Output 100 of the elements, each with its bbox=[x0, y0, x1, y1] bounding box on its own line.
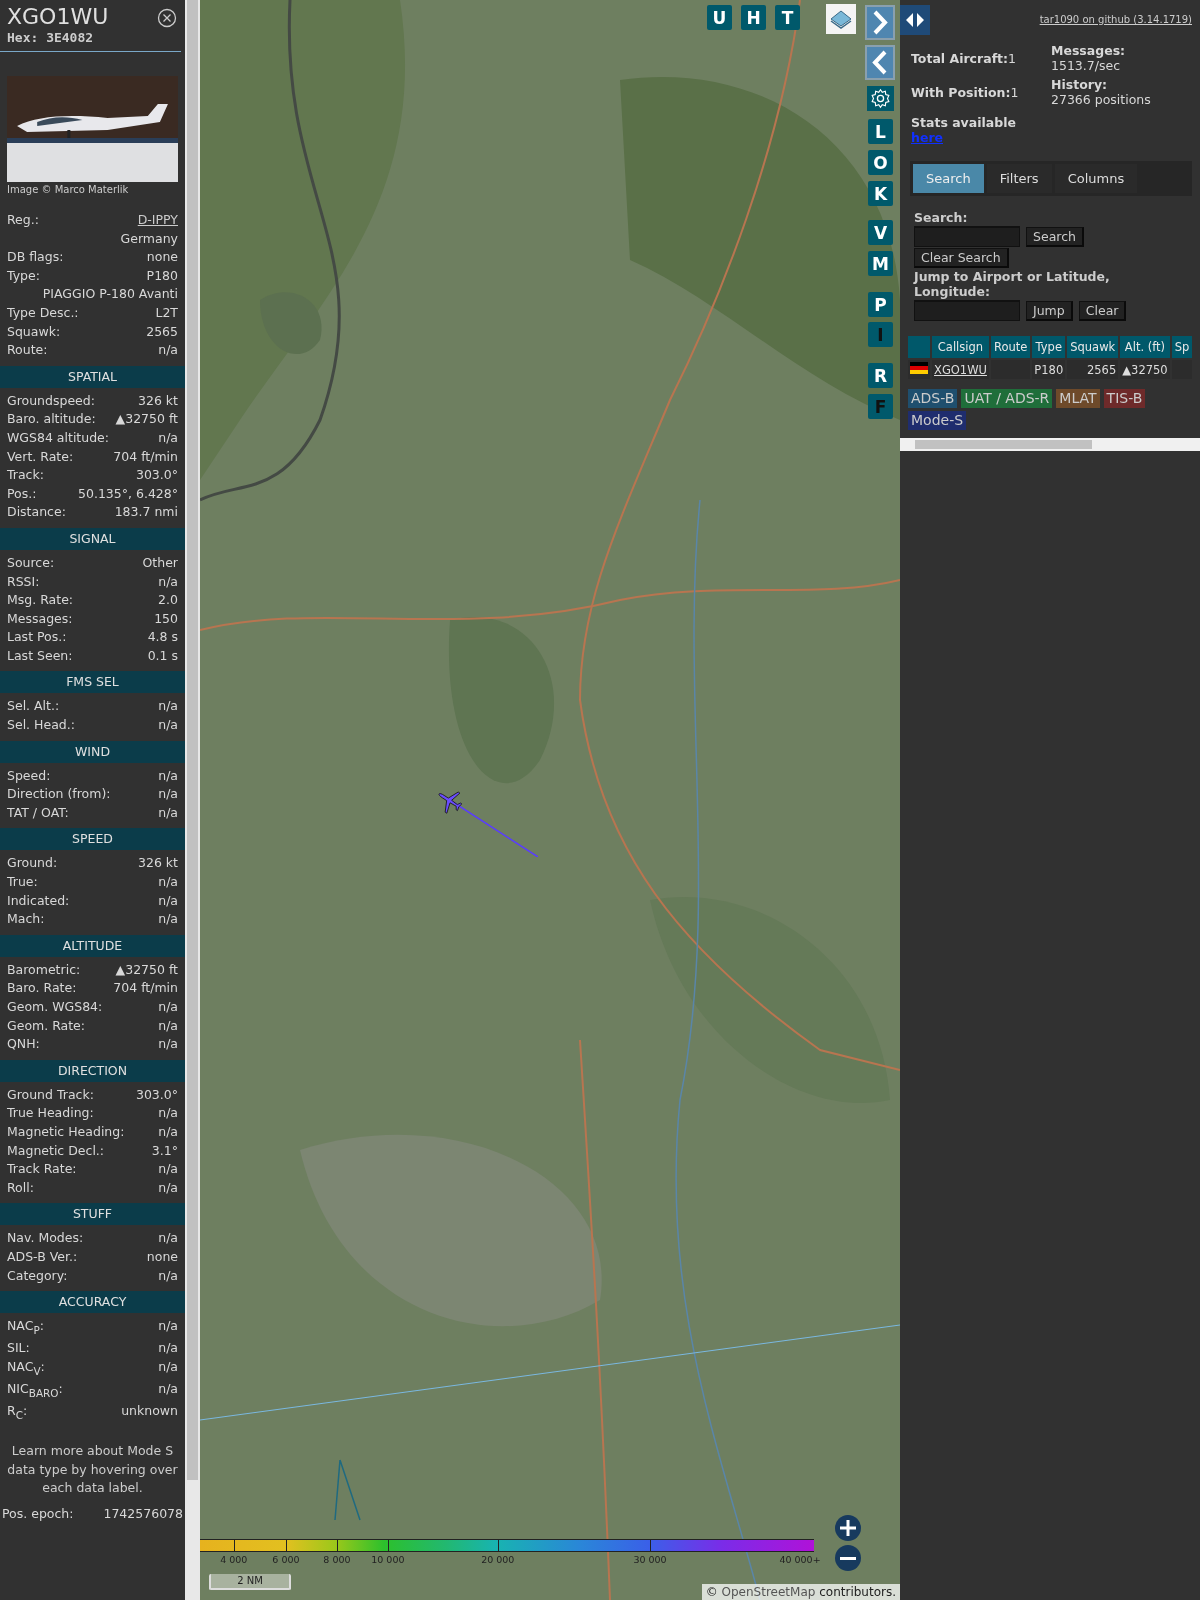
field-value: n/a bbox=[158, 697, 178, 716]
field-label: QNH: bbox=[7, 1035, 40, 1054]
flag-icon bbox=[910, 362, 928, 374]
column-header[interactable]: Route bbox=[990, 336, 1031, 358]
altitude-label: 40 000+ bbox=[779, 1554, 821, 1565]
collapse-button[interactable] bbox=[865, 45, 895, 80]
field-label: Indicated: bbox=[7, 891, 70, 910]
map-toggle-button[interactable]: V bbox=[868, 220, 893, 245]
column-header[interactable]: Alt. (ft) bbox=[1120, 336, 1170, 358]
scale-bar: 2 NM bbox=[209, 1574, 291, 1590]
toggle-button[interactable] bbox=[900, 5, 930, 35]
settings-button[interactable] bbox=[867, 86, 894, 111]
field-value: 704 ft/min bbox=[113, 979, 178, 998]
section-header: SPATIAL bbox=[0, 365, 185, 388]
field-label: Track: bbox=[7, 466, 44, 485]
field-label: Direction (from): bbox=[7, 785, 111, 804]
field-value: n/a bbox=[158, 1035, 178, 1054]
column-header[interactable]: Sp bbox=[1171, 336, 1193, 358]
source-badge: UAT / ADS-R bbox=[961, 389, 1053, 408]
field-value: L2T bbox=[155, 303, 178, 322]
field-value: 1742576078 bbox=[103, 1505, 183, 1521]
expand-button[interactable] bbox=[865, 5, 895, 40]
map-toggle-button[interactable]: L bbox=[868, 119, 893, 144]
field-label: Reg.: bbox=[7, 211, 39, 229]
field-value: n/a bbox=[158, 716, 178, 735]
scrollbar[interactable] bbox=[900, 438, 1200, 451]
altitude-label: 4 000 bbox=[220, 1554, 248, 1565]
field-label: NIC$_{BARO}$: bbox=[7, 1379, 63, 1401]
field-value: none bbox=[146, 248, 178, 267]
search-button[interactable]: Search bbox=[1026, 226, 1084, 247]
source-badge: ADS-B bbox=[908, 389, 958, 408]
tab[interactable]: Columns bbox=[1054, 164, 1138, 193]
field-label: Messages: bbox=[7, 609, 73, 628]
clear-search-button[interactable]: Clear Search bbox=[914, 248, 1009, 268]
source-badge: Mode-S bbox=[908, 411, 967, 430]
field-label: NAC$_{V}$: bbox=[7, 1357, 45, 1379]
stat-text: Total Aircraft:1 bbox=[911, 49, 1017, 68]
field-label: Ground Track: bbox=[7, 1085, 94, 1104]
field-value: n/a bbox=[158, 1104, 178, 1123]
altitude-label: 6 000 bbox=[272, 1554, 300, 1565]
field-label: Sel. Head.: bbox=[7, 716, 75, 735]
field-value: 704 ft/min bbox=[113, 447, 178, 466]
section-header: ACCURACY bbox=[0, 1291, 185, 1314]
header-cell bbox=[908, 336, 930, 358]
search-field[interactable] bbox=[914, 226, 1020, 247]
field-label: Barometric: bbox=[7, 960, 81, 979]
map-toggle-button[interactable]: R bbox=[868, 363, 893, 388]
map-toggle-button[interactable]: T bbox=[775, 5, 800, 30]
altitude-label: 8 000 bbox=[323, 1554, 351, 1565]
column-header[interactable]: Callsign bbox=[932, 336, 989, 358]
field-label: Type Desc.: bbox=[7, 303, 79, 322]
map-toggle-button[interactable]: K bbox=[868, 181, 893, 206]
field-label: Type: bbox=[7, 266, 40, 285]
field-label: True: bbox=[7, 873, 38, 892]
field-value: 3.1° bbox=[151, 1141, 178, 1160]
field-value: 326 kt bbox=[138, 391, 178, 410]
scrollbar[interactable] bbox=[185, 0, 200, 1600]
map-toggle-button[interactable]: H bbox=[741, 5, 766, 30]
altitude-label: 30 000 bbox=[633, 1554, 667, 1565]
map-toggle-button[interactable]: U bbox=[707, 5, 732, 30]
source-badge: TIS-B bbox=[1103, 389, 1146, 408]
column-header[interactable]: Type bbox=[1032, 336, 1066, 358]
field-label: Geom. WGS84: bbox=[7, 998, 103, 1016]
field-label: DB flags: bbox=[7, 248, 64, 267]
field-value: n/a bbox=[158, 1339, 178, 1358]
field-label: Roll: bbox=[7, 1178, 34, 1197]
field-value: n/a bbox=[158, 1357, 178, 1376]
registration-link[interactable]: D-IPPY bbox=[137, 211, 178, 230]
version-link[interactable]: tar1090 on github (3.14.1719) bbox=[1039, 14, 1192, 25]
field-value: n/a bbox=[158, 1122, 178, 1141]
field-label: Nav. Modes: bbox=[7, 1229, 84, 1248]
field-label: Geom. Rate: bbox=[7, 1016, 86, 1035]
callsign-link[interactable]: XGO1WU bbox=[934, 362, 987, 377]
map-toggle-button[interactable]: O bbox=[868, 150, 893, 175]
field-label: Squawk: bbox=[7, 322, 61, 341]
field-value: 0.1 s bbox=[147, 646, 178, 665]
table-cell: 2565 bbox=[1067, 360, 1119, 379]
field-value: n/a bbox=[158, 785, 178, 804]
column-header[interactable]: Squawk bbox=[1067, 336, 1119, 358]
field-label: R$_{C}$: bbox=[7, 1402, 28, 1423]
clear-button[interactable]: Clear bbox=[1078, 300, 1127, 321]
field-label: Last Seen: bbox=[7, 646, 73, 665]
layers-button[interactable] bbox=[826, 4, 856, 34]
field-value: 183.7 nmi bbox=[114, 503, 178, 522]
attribution-link[interactable]: OpenStreetMap bbox=[721, 1585, 816, 1599]
field-label: Magnetic Decl.: bbox=[7, 1141, 105, 1160]
jump-button[interactable]: Jump bbox=[1026, 300, 1073, 321]
close-icon[interactable] bbox=[157, 8, 177, 28]
section-header: WIND bbox=[0, 740, 185, 763]
jump-field[interactable] bbox=[914, 300, 1020, 321]
field-label: Distance: bbox=[7, 503, 66, 522]
attribution-text: © bbox=[705, 1585, 718, 1599]
map-toggle-button[interactable]: M bbox=[868, 251, 893, 276]
tab[interactable]: Filters bbox=[986, 164, 1052, 193]
field-value: n/a bbox=[158, 803, 178, 822]
map-toggle-button[interactable]: P bbox=[868, 292, 893, 317]
field-value: n/a bbox=[158, 1379, 178, 1398]
search-label: Search: bbox=[914, 210, 969, 225]
field-value: n/a bbox=[158, 572, 178, 591]
field-value: n/a bbox=[158, 1160, 178, 1179]
